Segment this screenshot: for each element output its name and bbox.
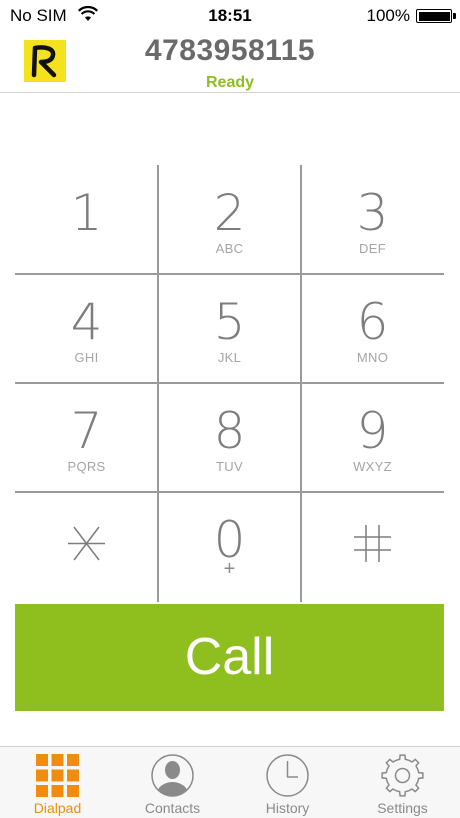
tab-settings[interactable]: Settings bbox=[345, 747, 460, 818]
clock-icon bbox=[266, 754, 309, 797]
dialpad: 1 2 ABC 3 DEF 4 GHI 5 JKL 6 MNO 7 PQRS 8… bbox=[15, 165, 444, 602]
gear-icon bbox=[381, 754, 424, 797]
hash-icon bbox=[354, 525, 391, 562]
key-digit: 6 bbox=[356, 293, 389, 351]
key-digit: 5 bbox=[213, 293, 246, 351]
key-digit: 4 bbox=[70, 293, 103, 351]
call-button-label: Call bbox=[184, 628, 275, 686]
phone-number: 4783958115 bbox=[144, 34, 316, 67]
connection-status: Ready bbox=[205, 74, 255, 91]
battery-percent: 100% bbox=[366, 6, 410, 25]
key-5[interactable]: 5 JKL bbox=[158, 274, 301, 383]
key-digit: 3 bbox=[356, 184, 389, 242]
call-button[interactable]: Call bbox=[15, 604, 444, 711]
dialpad-grid-icon bbox=[36, 754, 79, 797]
key-6[interactable]: 6 MNO bbox=[301, 274, 444, 383]
star-icon bbox=[68, 526, 105, 561]
key-digit: 2 bbox=[213, 184, 246, 242]
tab-bar: Dialpad Contacts History Settings bbox=[0, 746, 460, 818]
key-plus: + bbox=[223, 558, 236, 580]
key-hash[interactable] bbox=[301, 492, 444, 601]
key-2[interactable]: 2 ABC bbox=[158, 165, 301, 274]
key-letters: TUV bbox=[216, 459, 243, 474]
key-1[interactable]: 1 bbox=[15, 165, 158, 274]
tab-label: History bbox=[265, 800, 310, 816]
key-9[interactable]: 9 WXYZ bbox=[301, 383, 444, 492]
key-digit: 8 bbox=[213, 402, 246, 460]
tab-label: Contacts bbox=[144, 800, 201, 816]
key-letters: JKL bbox=[217, 350, 242, 365]
key-digit: 7 bbox=[70, 402, 103, 460]
call-header: 4783958115 Ready bbox=[0, 30, 460, 93]
key-letters: ABC bbox=[215, 241, 244, 256]
key-letters: WXYZ bbox=[353, 459, 392, 474]
key-0[interactable]: 0 + bbox=[158, 492, 301, 601]
tab-history[interactable]: History bbox=[230, 747, 345, 818]
key-4[interactable]: 4 GHI bbox=[15, 274, 158, 383]
gear-outline bbox=[381, 754, 424, 797]
key-3[interactable]: 3 DEF bbox=[301, 165, 444, 274]
key-8[interactable]: 8 TUV bbox=[158, 383, 301, 492]
key-letters: DEF bbox=[359, 241, 386, 256]
key-letters: GHI bbox=[74, 350, 99, 365]
tab-dialpad[interactable]: Dialpad bbox=[0, 747, 115, 818]
key-letters: MNO bbox=[356, 350, 389, 365]
key-digit: 9 bbox=[356, 402, 389, 460]
tab-contacts[interactable]: Contacts bbox=[115, 747, 230, 818]
tab-label: Settings bbox=[377, 800, 428, 816]
battery-icon bbox=[416, 9, 456, 23]
status-bar: No SIM 18:51 100% bbox=[0, 0, 460, 30]
tab-label: Dialpad bbox=[33, 800, 82, 816]
key-star[interactable] bbox=[15, 492, 158, 601]
key-digit: 1 bbox=[70, 184, 103, 242]
contact-person-icon bbox=[151, 754, 194, 797]
key-letters: PQRS bbox=[67, 459, 106, 474]
key-7[interactable]: 7 PQRS bbox=[15, 383, 158, 492]
